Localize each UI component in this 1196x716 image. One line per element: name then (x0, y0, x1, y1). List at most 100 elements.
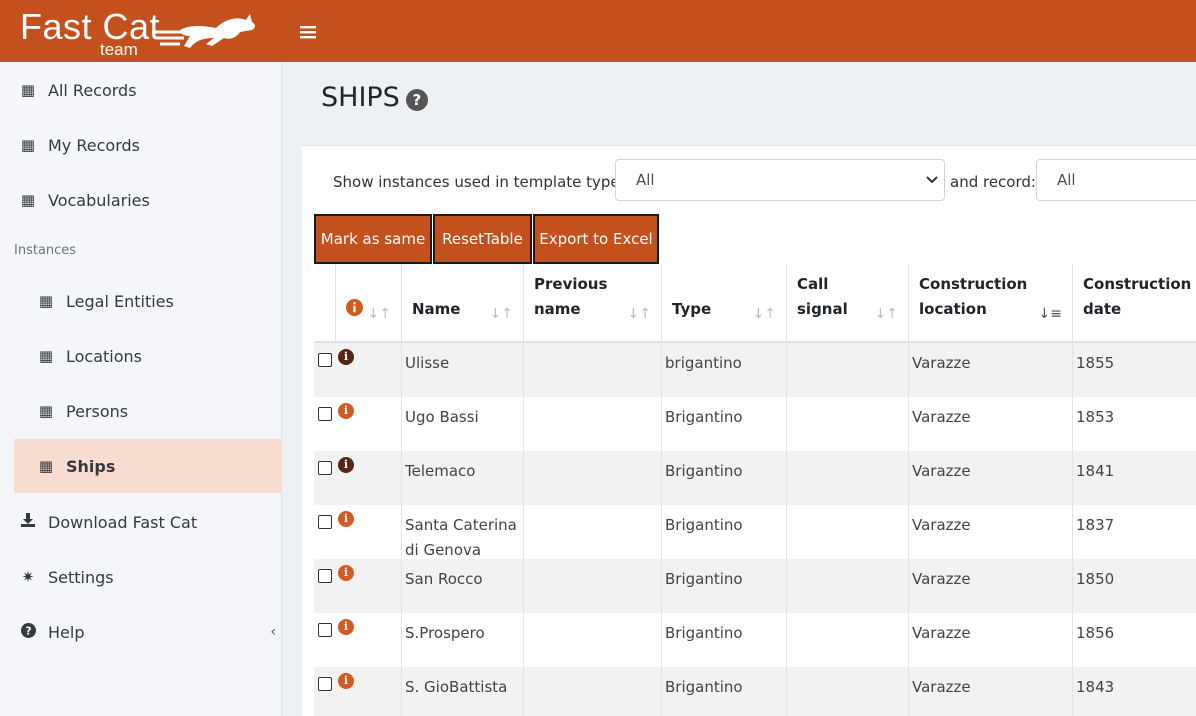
template-type-select[interactable]: All (615, 159, 945, 201)
cell-location: Varazze (909, 451, 1073, 505)
cell-type: Brigantino (662, 451, 787, 505)
column-header-info[interactable]: ↓↑ (336, 264, 402, 342)
column-header-construction-location[interactable]: Construction location ↓≡ (909, 264, 1073, 342)
row-select-cell: i (314, 397, 402, 451)
cell-location: Varazze (909, 613, 1073, 667)
column-label: Construction location (919, 275, 1028, 318)
info-icon[interactable]: i (338, 511, 354, 527)
table-icon: ▦ (38, 292, 54, 310)
brand-logo[interactable]: Fast Cat team (0, 0, 282, 62)
info-icon[interactable]: i (338, 619, 354, 635)
column-label: Call signal (797, 275, 848, 318)
info-icon[interactable]: i (338, 457, 354, 473)
sidebar-item-my-records[interactable]: ▦ My Records (14, 118, 282, 172)
row-checkbox[interactable] (318, 677, 332, 691)
svg-text:?: ? (25, 625, 31, 637)
cell-call-signal (787, 451, 909, 505)
reset-table-button[interactable]: ResetTable (433, 214, 532, 264)
cell-type: Brigantino (662, 613, 787, 667)
cell-date: 1850 (1076, 570, 1115, 588)
sidebar-item-legal-entities[interactable]: ▦ Legal Entities (14, 274, 282, 328)
info-icon[interactable]: i (338, 673, 354, 689)
cell-call-signal (787, 343, 909, 397)
sidebar-item-locations[interactable]: ▦ Locations (14, 329, 282, 383)
row-checkbox[interactable] (318, 569, 332, 583)
download-icon (18, 513, 38, 531)
row-checkbox[interactable] (318, 623, 332, 637)
sort-icon[interactable]: ↓↑ (368, 306, 391, 322)
sort-icon[interactable]: ↓↑ (875, 306, 898, 322)
table-row[interactable]: i Ulisse brigantino Varazze 1855 (314, 343, 1196, 397)
column-label: Previous name (534, 275, 608, 318)
mark-as-same-button[interactable]: Mark as same (314, 214, 432, 264)
table-icon: ▦ (20, 81, 36, 99)
column-header-type[interactable]: Type ↓↑ (662, 264, 787, 342)
running-cat-icon (152, 14, 255, 48)
sidebar-item-settings[interactable]: ✷ Settings (14, 550, 282, 604)
row-checkbox[interactable] (318, 407, 332, 421)
sidebar-item-all-records[interactable]: ▦ All Records (14, 63, 282, 117)
column-header-previous-name[interactable]: Previous name ↓↑ (524, 264, 662, 342)
table-row[interactable]: i S.Prospero Brigantino Varazze 1856 (314, 613, 1196, 667)
sidebar-item-label: Persons (66, 401, 129, 421)
page-title: SHIPS ? (321, 82, 428, 113)
cell-location: Varazze (909, 667, 1073, 716)
template-type-label: Show instances used in template type: (333, 173, 625, 191)
question-circle-icon: ? (18, 622, 38, 642)
sidebar-item-download[interactable]: Download Fast Cat (14, 495, 282, 549)
cell-name: Ugo Bassi (402, 397, 524, 451)
column-header-construction-date[interactable]: Construction date (1073, 264, 1196, 342)
sidebar-item-label: All Records (48, 80, 137, 100)
table-row[interactable]: i Telemaco Brigantino Varazze 1841 (314, 451, 1196, 505)
cell-location: Varazze (909, 559, 1073, 613)
sort-icon[interactable]: ↓↑ (628, 306, 651, 322)
cell-call-signal (787, 667, 909, 716)
cell-date: 1856 (1076, 624, 1115, 642)
cell-call-signal (787, 613, 909, 667)
sort-icon[interactable]: ↓↑ (753, 306, 776, 322)
brand-title: Fast Cat (20, 6, 161, 47)
sidebar-item-help[interactable]: ? Help ‹ (14, 605, 282, 659)
table-row[interactable]: i Ugo Bassi Brigantino Varazze 1853 (314, 397, 1196, 451)
sidebar-item-persons[interactable]: ▦ Persons (14, 384, 282, 438)
table-row[interactable]: i Santa Caterina di Genova Brigantino Va… (314, 505, 1196, 559)
chevron-left-icon[interactable]: ‹ (270, 624, 276, 640)
row-checkbox[interactable] (318, 353, 332, 367)
sort-desc-icon[interactable]: ↓≡ (1039, 306, 1062, 322)
sort-icon[interactable]: ↓↑ (490, 306, 513, 322)
row-checkbox[interactable] (318, 515, 332, 529)
table-icon: ▦ (20, 191, 36, 209)
info-icon[interactable]: i (338, 565, 354, 581)
table-row[interactable]: i S. GioBattista Brigantino Varazze 1843 (314, 667, 1196, 716)
row-select-cell: i (314, 667, 402, 716)
sidebar-item-vocabularies[interactable]: ▦ Vocabularies (14, 173, 282, 227)
column-label: Type (672, 300, 712, 318)
table-icon: ▦ (20, 136, 36, 154)
cell-call-signal (787, 559, 909, 613)
record-select[interactable]: All (1036, 159, 1196, 201)
row-select-cell: i (314, 559, 402, 613)
cell-previous-name (524, 559, 662, 613)
cell-date: 1841 (1076, 462, 1115, 480)
help-icon[interactable]: ? (405, 88, 428, 111)
column-label: Name (412, 300, 461, 318)
cell-date: 1853 (1076, 408, 1115, 426)
cell-type: Brigantino (662, 397, 787, 451)
column-header-call-signal[interactable]: Call signal ↓↑ (787, 264, 909, 342)
brand-subtitle: team (100, 40, 138, 59)
sidebar-item-ships[interactable]: ▦ Ships (14, 439, 282, 493)
column-label: Construction date (1083, 275, 1192, 318)
top-navbar: Fast Cat team (0, 0, 1196, 62)
export-excel-button[interactable]: Export to Excel (533, 214, 659, 264)
row-select-cell: i (314, 343, 402, 397)
info-icon[interactable]: i (338, 349, 354, 365)
info-icon[interactable]: i (338, 403, 354, 419)
row-select-cell: i (314, 505, 402, 559)
cell-previous-name (524, 397, 662, 451)
cell-call-signal (787, 505, 909, 559)
row-checkbox[interactable] (318, 461, 332, 475)
table-row[interactable]: i San Rocco Brigantino Varazze 1850 (314, 559, 1196, 613)
hamburger-icon[interactable] (300, 20, 316, 44)
gear-icon: ✷ (21, 568, 35, 586)
column-header-name[interactable]: Name ↓↑ (402, 264, 524, 342)
